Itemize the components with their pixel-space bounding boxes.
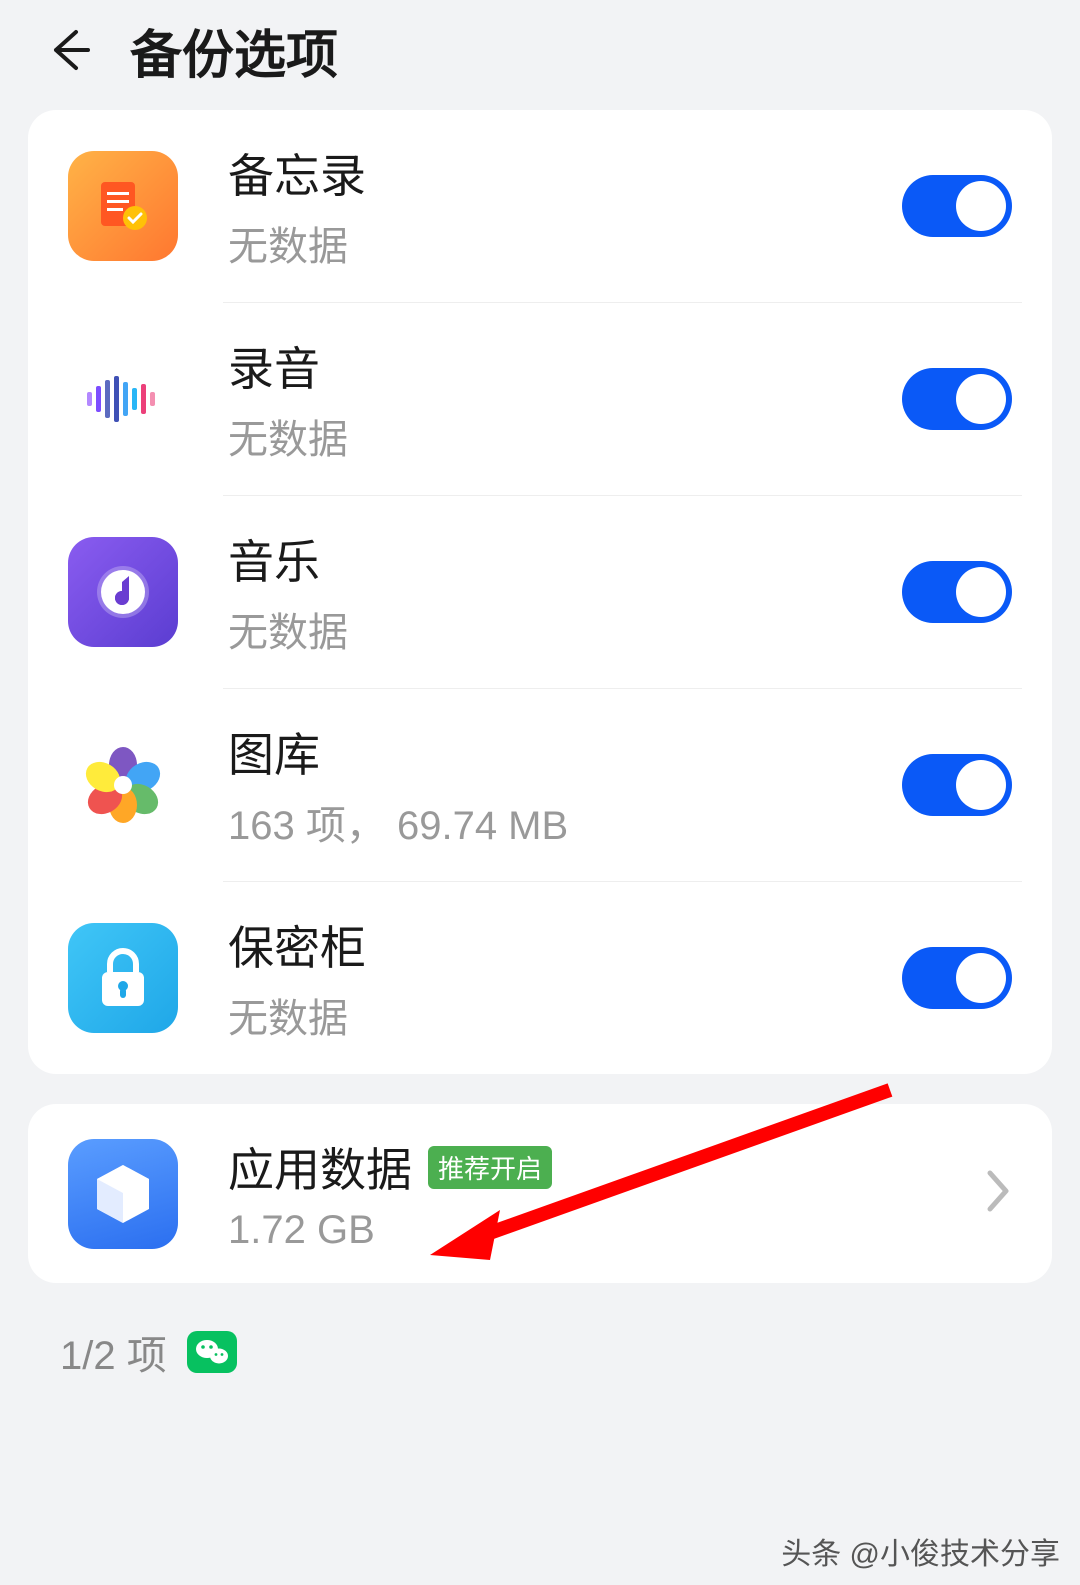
toggle-voice[interactable] — [902, 368, 1012, 430]
notes-icon — [68, 151, 178, 261]
item-text: 图库 163 项， 69.74 MB — [228, 719, 902, 851]
selection-count: 1/2 项 — [60, 1323, 167, 1381]
watermark: 头条 @小俊技术分享 — [781, 1529, 1060, 1573]
chevron-right-icon — [986, 1169, 1012, 1218]
app-data-card: 应用数据 推荐开启 1.72 GB — [28, 1104, 1052, 1283]
list-item-gallery[interactable]: 图库 163 项， 69.74 MB — [28, 689, 1052, 881]
item-title: 录音 — [228, 333, 902, 399]
item-title: 保密柜 — [228, 912, 902, 978]
item-text: 备忘录 无数据 — [228, 140, 902, 272]
back-button[interactable] — [40, 20, 100, 80]
toggle-vault[interactable] — [902, 947, 1012, 1009]
music-icon — [68, 537, 178, 647]
item-title: 备忘录 — [228, 140, 902, 206]
page-title: 备份选项 — [130, 13, 338, 88]
item-title: 音乐 — [228, 526, 902, 592]
list-item-vault[interactable]: 保密柜 无数据 — [28, 882, 1052, 1074]
item-text: 保密柜 无数据 — [228, 912, 902, 1044]
item-subtitle: 163 项， 69.74 MB — [228, 793, 902, 851]
footer: 1/2 项 — [0, 1313, 1080, 1391]
list-item-music[interactable]: 音乐 无数据 — [28, 496, 1052, 688]
wechat-icon — [187, 1331, 237, 1373]
toggle-notes[interactable] — [902, 175, 1012, 237]
item-title: 图库 — [228, 719, 902, 785]
backup-items-card: 备忘录 无数据 录音 无数据 — [28, 110, 1052, 1074]
item-subtitle: 1.72 GB — [228, 1208, 986, 1253]
voice-recorder-icon — [68, 344, 178, 454]
header: 备份选项 — [0, 0, 1080, 100]
arrow-left-icon — [46, 26, 94, 74]
list-item-notes[interactable]: 备忘录 无数据 — [28, 110, 1052, 302]
item-subtitle: 无数据 — [228, 600, 902, 658]
toggle-gallery[interactable] — [902, 754, 1012, 816]
app-data-icon — [68, 1139, 178, 1249]
list-item-voice[interactable]: 录音 无数据 — [28, 303, 1052, 495]
list-item-app-data[interactable]: 应用数据 推荐开启 1.72 GB — [28, 1104, 1052, 1283]
item-text: 录音 无数据 — [228, 333, 902, 465]
item-text: 应用数据 推荐开启 1.72 GB — [228, 1134, 986, 1253]
item-subtitle: 无数据 — [228, 407, 902, 465]
recommended-badge: 推荐开启 — [428, 1146, 552, 1189]
item-title: 应用数据 — [228, 1134, 412, 1200]
item-text: 音乐 无数据 — [228, 526, 902, 658]
item-subtitle: 无数据 — [228, 214, 902, 272]
gallery-icon — [68, 730, 178, 840]
item-subtitle: 无数据 — [228, 986, 902, 1044]
toggle-music[interactable] — [902, 561, 1012, 623]
lock-icon — [68, 923, 178, 1033]
